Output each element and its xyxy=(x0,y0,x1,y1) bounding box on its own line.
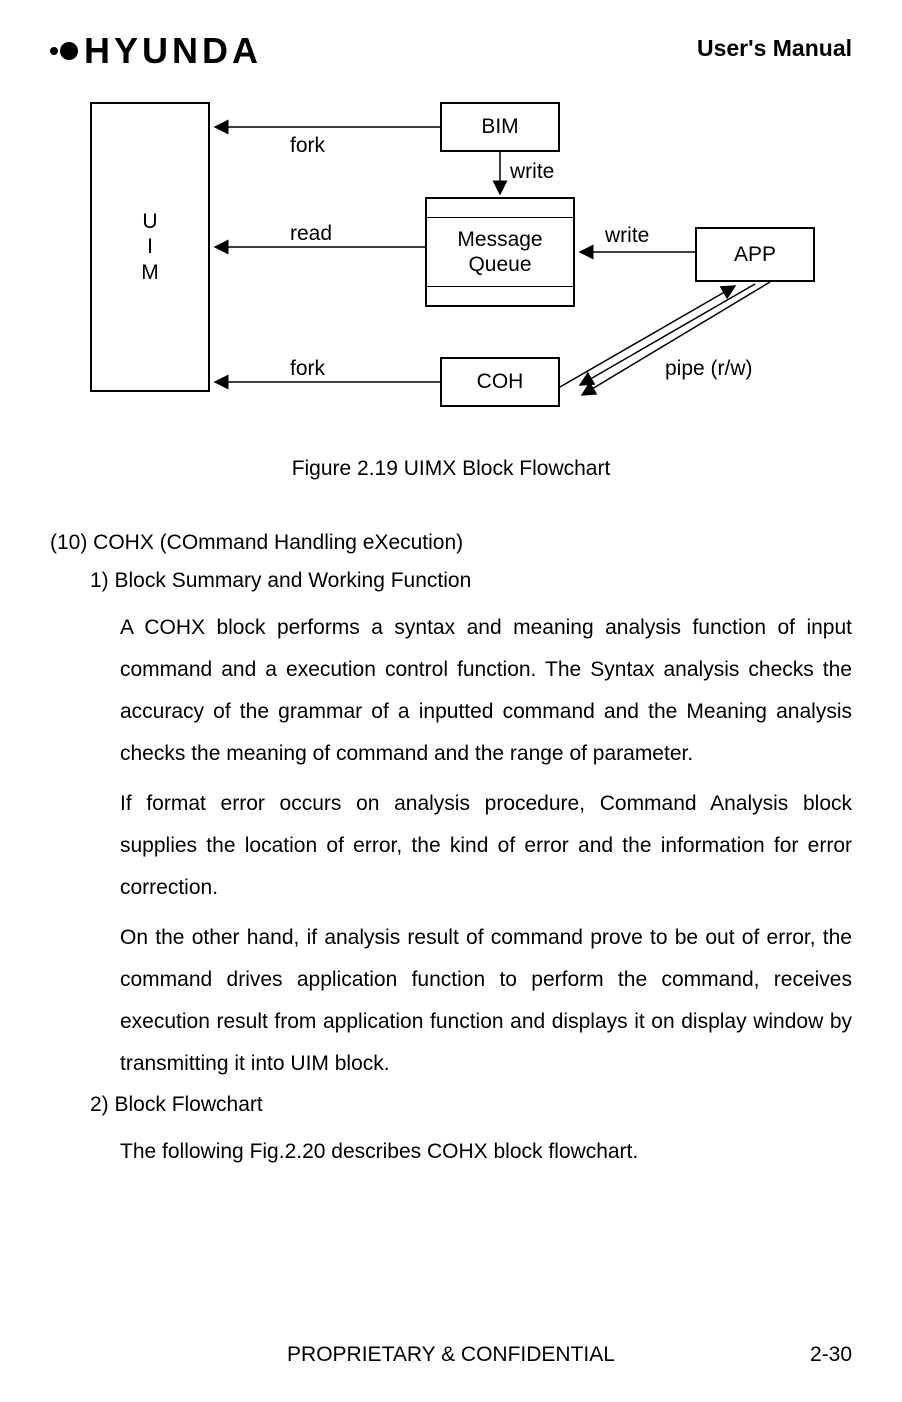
app-label: APP xyxy=(734,243,776,267)
page-footer: PROPRIETARY & CONFIDENTIAL 2-30 xyxy=(50,1343,852,1367)
label-write-right: write xyxy=(605,224,649,248)
label-fork-bottom: fork xyxy=(290,357,325,381)
uim-m: M xyxy=(141,260,159,285)
mq-label-2: Queue xyxy=(457,252,542,277)
logo-dots-icon xyxy=(50,42,78,60)
label-fork-top: fork xyxy=(290,134,325,158)
message-queue-box: Message Queue xyxy=(425,197,575,307)
label-write-top: write xyxy=(510,160,554,184)
mq-label-1: Message xyxy=(457,227,542,252)
app-box: APP xyxy=(695,227,815,282)
page-header: HYUNDA User's Manual xyxy=(50,30,852,72)
paragraph-2: If format error occurs on analysis proce… xyxy=(120,783,852,909)
footer-center: PROPRIETARY & CONFIDENTIAL xyxy=(50,1343,852,1367)
label-pipe: pipe (r/w) xyxy=(665,357,753,381)
uim-box: U I M xyxy=(90,102,210,392)
body-content: (10) COHX (COmmand Handling eXecution) 1… xyxy=(50,531,852,1173)
uim-u: U xyxy=(142,209,157,234)
subsection-1: 1) Block Summary and Working Function xyxy=(90,569,852,593)
paragraph-4: The following Fig.2.20 describes COHX bl… xyxy=(120,1131,852,1173)
coh-label: COH xyxy=(477,370,524,394)
label-read: read xyxy=(290,222,332,246)
bim-box: BIM xyxy=(440,102,560,152)
logo-text: HYUNDA xyxy=(84,30,262,72)
subsection-2: 2) Block Flowchart xyxy=(90,1093,852,1117)
flowchart-diagram: U I M BIM Message Queue COH APP fork wri… xyxy=(70,102,850,412)
coh-box: COH xyxy=(440,357,560,407)
uim-i: I xyxy=(147,234,153,259)
paragraph-1: A COHX block performs a syntax and meani… xyxy=(120,607,852,775)
paragraph-3: On the other hand, if analysis result of… xyxy=(120,917,852,1085)
manual-title: User's Manual xyxy=(697,35,852,62)
bim-label: BIM xyxy=(481,115,518,139)
figure-caption: Figure 2.19 UIMX Block Flowchart xyxy=(50,457,852,481)
logo: HYUNDA xyxy=(50,30,262,72)
section-heading: (10) COHX (COmmand Handling eXecution) xyxy=(50,531,852,555)
